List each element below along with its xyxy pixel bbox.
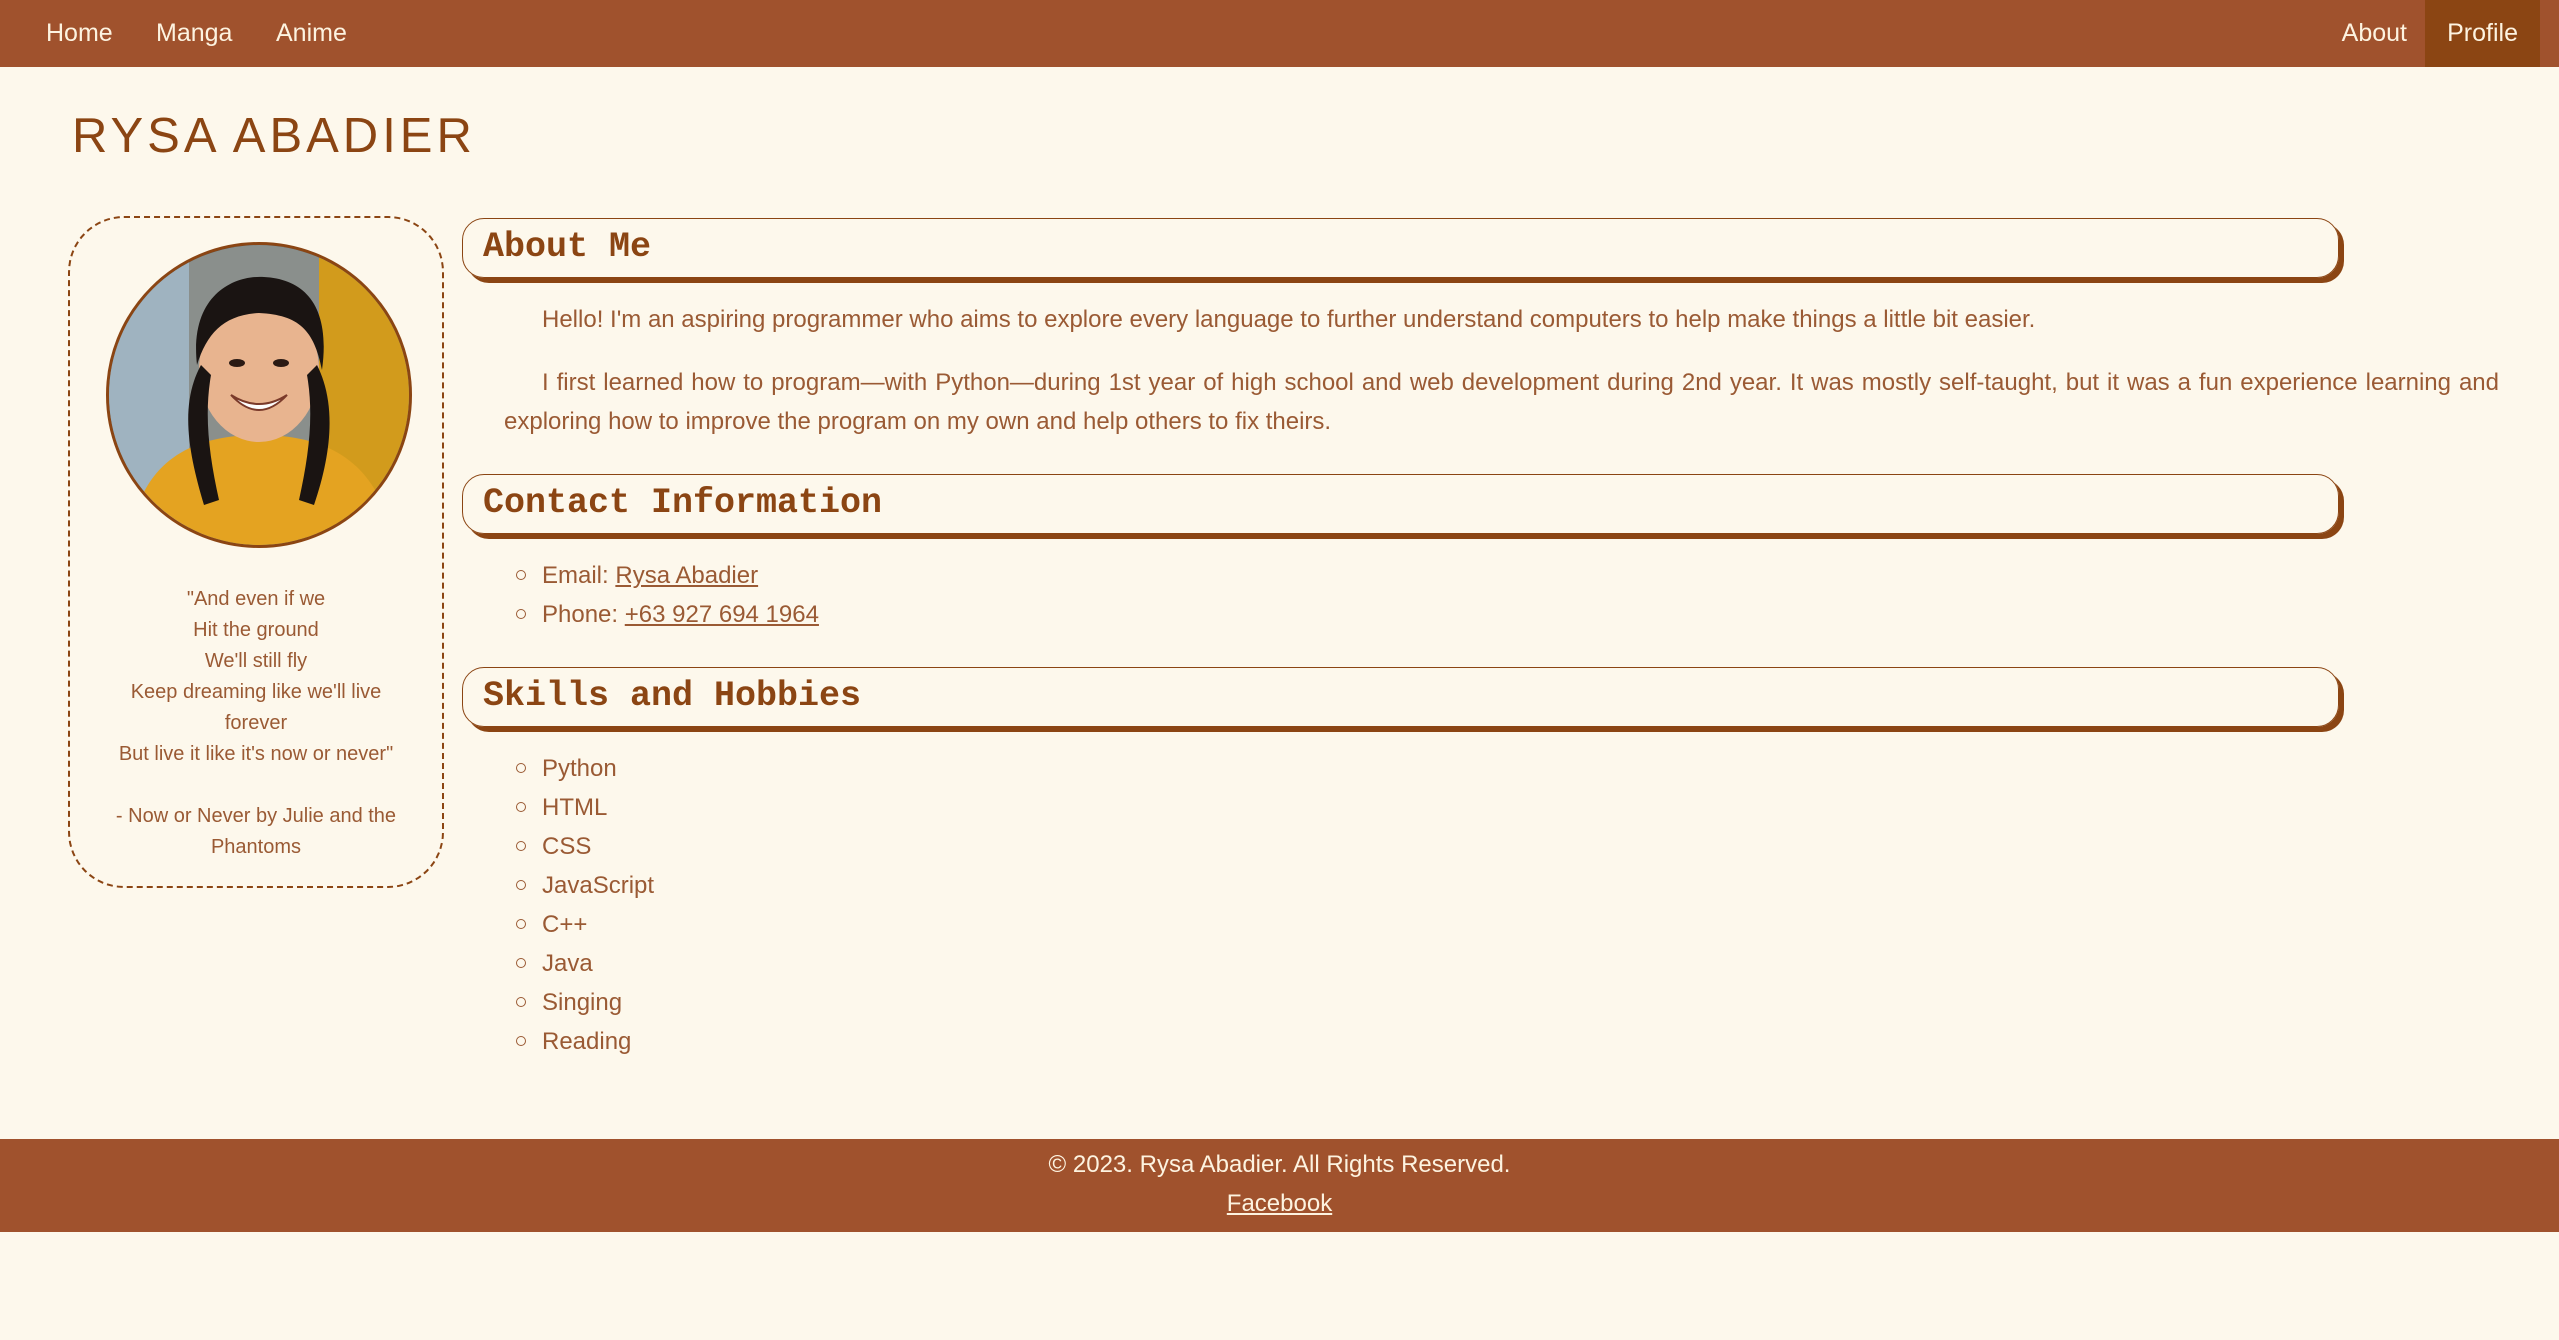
list-item: Singing [516,983,654,1022]
skills-heading: Skills and Hobbies [483,676,862,716]
song-quote: "And even if we Hit the ground We'll sti… [115,588,397,858]
profile-card: "And even if we Hit the ground We'll sti… [68,216,444,888]
skill-label: Singing [542,989,623,1016]
about-heading-box: About Me [462,218,2339,278]
nav-home-link[interactable]: Home [24,0,135,67]
circle-bullet-icon [516,841,526,851]
phone-link[interactable]: +63 927 694 1964 [625,601,819,628]
footer: © 2023. Rysa Abadier. All Rights Reserve… [0,1139,2559,1232]
site-title: RYSA ABADIER [72,109,476,163]
circle-bullet-icon [516,880,526,890]
contact-heading-box: Contact Information [462,474,2339,534]
contact-list: Email: Rysa Abadier Phone: +63 927 694 1… [516,556,819,634]
circle-bullet-icon [516,609,526,619]
skill-label: Reading [542,1028,632,1055]
email-link[interactable]: Rysa Abadier [615,562,758,589]
footer-links: Facebook [0,1188,2559,1219]
skills-heading-box: Skills and Hobbies [462,667,2339,727]
email-label: Email: [542,562,609,589]
skill-label: HTML [542,794,608,821]
skill-label: Python [542,755,617,782]
circle-bullet-icon [516,997,526,1007]
about-paragraph-2: I first learned how to program—with Pyth… [504,369,2499,435]
nav-manga-link[interactable]: Manga [134,0,254,67]
copyright-text: © 2023. Rysa Abadier. All Rights Reserve… [1048,1151,1511,1178]
about-heading: About Me [483,227,652,267]
avatar [106,242,412,548]
skill-label: C++ [542,911,588,938]
circle-bullet-icon [516,958,526,968]
circle-bullet-icon [516,763,526,773]
circle-bullet-icon [516,919,526,929]
list-item: Reading [516,1022,654,1061]
list-item: HTML [516,788,654,827]
circle-bullet-icon [516,802,526,812]
circle-bullet-icon [516,1036,526,1046]
list-item: Java [516,944,654,983]
list-item: CSS [516,827,654,866]
skills-list: Python HTML CSS JavaScript C++ Java Sing… [516,749,654,1061]
phone-label: Phone: [542,601,619,628]
circle-bullet-icon [516,570,526,580]
nav-profile-link[interactable]: Profile [2425,0,2540,67]
contact-phone-item: Phone: +63 927 694 1964 [516,595,819,634]
list-item: JavaScript [516,866,654,905]
facebook-link[interactable]: Facebook [1227,1190,1332,1217]
avatar-photo [109,245,409,545]
skill-label: CSS [542,833,592,860]
contact-heading: Contact Information [483,483,883,523]
list-item: Python [516,749,654,788]
nav-about-link[interactable]: About [2320,0,2429,67]
contact-email-item: Email: Rysa Abadier [516,556,819,595]
nav-anime-link[interactable]: Anime [254,0,369,67]
about-paragraph-1: Hello! I'm an aspiring programmer who ai… [542,306,2036,333]
skill-label: JavaScript [542,872,655,899]
skill-label: Java [542,950,593,977]
list-item: C++ [516,905,654,944]
top-nav: Home Manga Anime About Profile [0,0,2559,67]
